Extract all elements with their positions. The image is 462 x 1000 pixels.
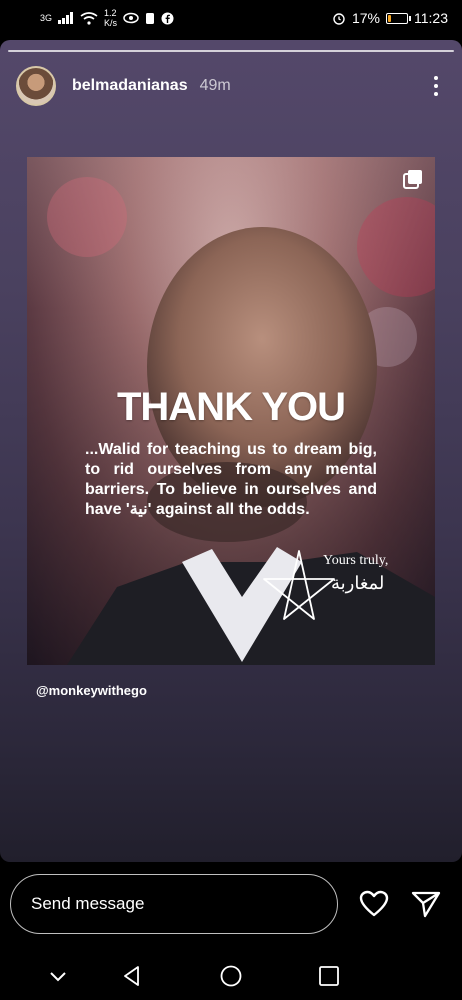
home-icon[interactable] — [219, 964, 243, 988]
status-bar: 3G 1.2 K/s 17% 11:23 — [0, 0, 462, 36]
notification-icon — [146, 12, 155, 24]
facebook-icon — [161, 12, 174, 24]
back-icon[interactable] — [120, 964, 144, 988]
avatar[interactable] — [16, 66, 56, 106]
chevron-down-icon[interactable] — [46, 964, 70, 988]
send-icon[interactable] — [410, 888, 442, 920]
alarm-icon — [333, 13, 345, 25]
recents-icon[interactable] — [317, 964, 341, 988]
battery-percent: 17% — [351, 10, 380, 26]
network-type: 3G — [40, 12, 53, 23]
post-body: ...Walid for teaching us to dream big, t… — [85, 441, 377, 518]
clock: 11:23 — [414, 10, 448, 26]
username[interactable]: belmadanianas — [72, 77, 188, 95]
story-header: belmadanianas 49m — [16, 64, 446, 108]
shared-post[interactable]: THANK YOU ...Walid for teaching us to dr… — [27, 157, 435, 665]
mention-tag[interactable]: @monkeywithego — [36, 683, 147, 698]
signature-english: Yours truly, — [323, 553, 389, 568]
story-progress-bar — [8, 50, 454, 52]
net-speed: 1.2 K/s — [104, 8, 117, 28]
more-vertical-icon — [434, 76, 438, 80]
reply-bar — [0, 862, 462, 952]
carousel-icon — [403, 170, 422, 189]
net-speed-unit: K/s — [104, 18, 118, 28]
wifi-icon — [80, 11, 98, 25]
net-speed-value: 1.2 — [104, 8, 117, 18]
system-nav-bar — [0, 952, 462, 1000]
signal-icon — [58, 12, 74, 24]
signature-arabic: لمغاربة — [331, 573, 385, 593]
post-title: THANK YOU — [116, 385, 346, 429]
eye-icon — [123, 12, 139, 24]
more-options-button[interactable] — [426, 74, 446, 98]
send-message-input[interactable] — [10, 874, 338, 934]
heart-icon[interactable] — [358, 888, 390, 920]
battery-icon — [386, 12, 411, 24]
story-time: 49m — [199, 77, 231, 94]
